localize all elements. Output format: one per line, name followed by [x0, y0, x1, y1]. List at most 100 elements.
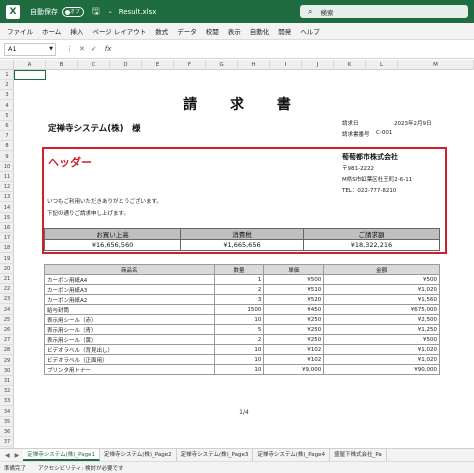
save-icon[interactable]: 🖫: [92, 4, 100, 20]
chevron-down-icon[interactable]: ⌄: [108, 8, 113, 15]
table-cell: ビデオラベル（正面用）: [44, 354, 215, 365]
menu-item[interactable]: ページ レイアウト: [92, 26, 146, 36]
table-cell: ¥1,560: [323, 294, 440, 305]
row-header[interactable]: 8: [0, 141, 14, 152]
row-header[interactable]: 37: [0, 437, 14, 448]
row-header[interactable]: 19: [0, 254, 14, 264]
sheet-tab[interactable]: 定禅寺システム(株)_Page1: [23, 449, 100, 461]
row-header[interactable]: 32: [0, 386, 14, 397]
sheet-tab[interactable]: 盛屋下株式会社_Pa: [330, 449, 387, 461]
autosave-toggle[interactable]: オフ: [62, 6, 84, 17]
tab-next-icon[interactable]: ▶: [15, 452, 20, 459]
row-header[interactable]: 25: [0, 315, 14, 325]
row-header[interactable]: 20: [0, 264, 14, 274]
menu-item[interactable]: 表示: [228, 26, 241, 36]
row-header[interactable]: 15: [0, 213, 14, 223]
row-header[interactable]: 9: [0, 152, 14, 162]
fx-icon[interactable]: fx: [105, 45, 112, 53]
row-header[interactable]: 18: [0, 243, 14, 254]
column-headers: ABCDEFGHIJKLM: [14, 60, 474, 70]
sheet-tab[interactable]: 定禅寺システム(株)_Page2: [100, 449, 177, 461]
column-header[interactable]: A: [14, 60, 46, 70]
row-header[interactable]: 7: [0, 131, 14, 142]
status-bar: 準備完了 アクセシビリティ: 検討が必要です: [0, 461, 474, 473]
row-header[interactable]: 26: [0, 325, 14, 335]
search-box[interactable]: ⌕ 検索: [300, 5, 468, 18]
row-header[interactable]: 6: [0, 121, 14, 131]
column-header[interactable]: I: [270, 60, 302, 70]
column-header[interactable]: E: [142, 60, 174, 70]
formula-bar: A1 ▼ ⋮✕✓ fx: [0, 40, 474, 59]
menu-item[interactable]: 自動化: [250, 26, 270, 36]
row-header[interactable]: 14: [0, 203, 14, 213]
items-header: 金額: [323, 264, 440, 275]
row-header[interactable]: 21: [0, 274, 14, 284]
column-header[interactable]: K: [334, 60, 366, 70]
invoice-number-value: C-001: [376, 130, 393, 136]
menu-item[interactable]: ホーム: [42, 26, 61, 36]
row-header[interactable]: 28: [0, 345, 14, 356]
row-header[interactable]: 30: [0, 366, 14, 376]
column-header[interactable]: L: [366, 60, 398, 70]
accessibility-status[interactable]: アクセシビリティ: 検討が必要です: [38, 464, 124, 472]
row-header[interactable]: 27: [0, 335, 14, 346]
menu-item[interactable]: 挿入: [70, 26, 83, 36]
row-header[interactable]: 13: [0, 192, 14, 203]
row-header[interactable]: 34: [0, 407, 14, 417]
row-header[interactable]: 23: [0, 294, 14, 305]
greeting-line-2: 下記の通りご請求申し上げます。: [47, 211, 129, 217]
row-header[interactable]: 22: [0, 284, 14, 295]
row-header[interactable]: 1: [0, 70, 14, 80]
selected-cell[interactable]: [14, 70, 46, 80]
row-header[interactable]: 16: [0, 223, 14, 233]
column-header[interactable]: D: [110, 60, 142, 70]
column-header[interactable]: G: [206, 60, 238, 70]
formula-action-icons[interactable]: ⋮✕✓: [66, 45, 103, 53]
column-header[interactable]: C: [78, 60, 110, 70]
name-box[interactable]: A1 ▼: [4, 42, 56, 56]
client-name: 定禅寺システム(株) 様: [48, 124, 141, 134]
row-header[interactable]: 36: [0, 427, 14, 437]
row-header[interactable]: 5: [0, 111, 14, 121]
worksheet[interactable]: 請 求 書 定禅寺システム(株) 様 請求日 2023年2月9日 請求書番号 C…: [14, 70, 474, 448]
column-header[interactable]: J: [302, 60, 334, 70]
row-header[interactable]: 12: [0, 182, 14, 193]
row-header[interactable]: 17: [0, 233, 14, 244]
row-header[interactable]: 11: [0, 172, 14, 182]
row-header[interactable]: 10: [0, 162, 14, 172]
row-header[interactable]: 4: [0, 101, 14, 111]
menu-item[interactable]: 数式: [155, 26, 168, 36]
menu-item[interactable]: データ: [177, 26, 197, 36]
table-cell: 10: [213, 314, 265, 325]
row-header[interactable]: 3: [0, 90, 14, 101]
document-title: 請 求 書: [183, 97, 305, 113]
row-header[interactable]: 35: [0, 417, 14, 427]
table-cell: ビデオラベル（背見出し）: [44, 344, 215, 355]
menu-item[interactable]: 校閲: [206, 26, 219, 36]
ribbon-menu: ファイル ホーム 挿入 ページ レイアウト 数式 データ 校閲 表示 自動化 開発 ヘルプ: [0, 23, 474, 40]
sheet-tab[interactable]: 定禅寺システム(株)_Page4: [253, 449, 331, 461]
invoice-date-row: 請求日 2023年2月9日: [342, 119, 432, 127]
tab-prev-icon[interactable]: ◀: [5, 452, 10, 459]
column-header[interactable]: M: [398, 60, 474, 70]
row-header[interactable]: 2: [0, 80, 14, 91]
table-cell: 1: [213, 274, 265, 285]
column-header[interactable]: F: [174, 60, 206, 70]
chevron-down-icon[interactable]: ▼: [49, 46, 53, 52]
table-cell: 1500: [213, 304, 265, 315]
table-row: ビデオラベル（正面用） 10 ¥102 ¥1,020: [44, 354, 440, 365]
select-all-corner[interactable]: [0, 60, 14, 70]
file-name[interactable]: Result.xlsx: [119, 8, 157, 16]
row-header[interactable]: 31: [0, 376, 14, 386]
row-header[interactable]: 29: [0, 356, 14, 366]
column-header[interactable]: H: [238, 60, 270, 70]
row-header[interactable]: 24: [0, 305, 14, 315]
sheet-tab[interactable]: 定禅寺システム(株)_Page3: [177, 449, 254, 461]
search-placeholder: 検索: [320, 8, 334, 17]
menu-item[interactable]: ファイル: [7, 26, 33, 36]
column-header[interactable]: B: [46, 60, 78, 70]
menu-item[interactable]: 開発: [278, 26, 291, 36]
table-cell: ¥2,500: [323, 314, 440, 325]
row-header[interactable]: 33: [0, 396, 14, 407]
menu-item[interactable]: ヘルプ: [300, 26, 320, 36]
